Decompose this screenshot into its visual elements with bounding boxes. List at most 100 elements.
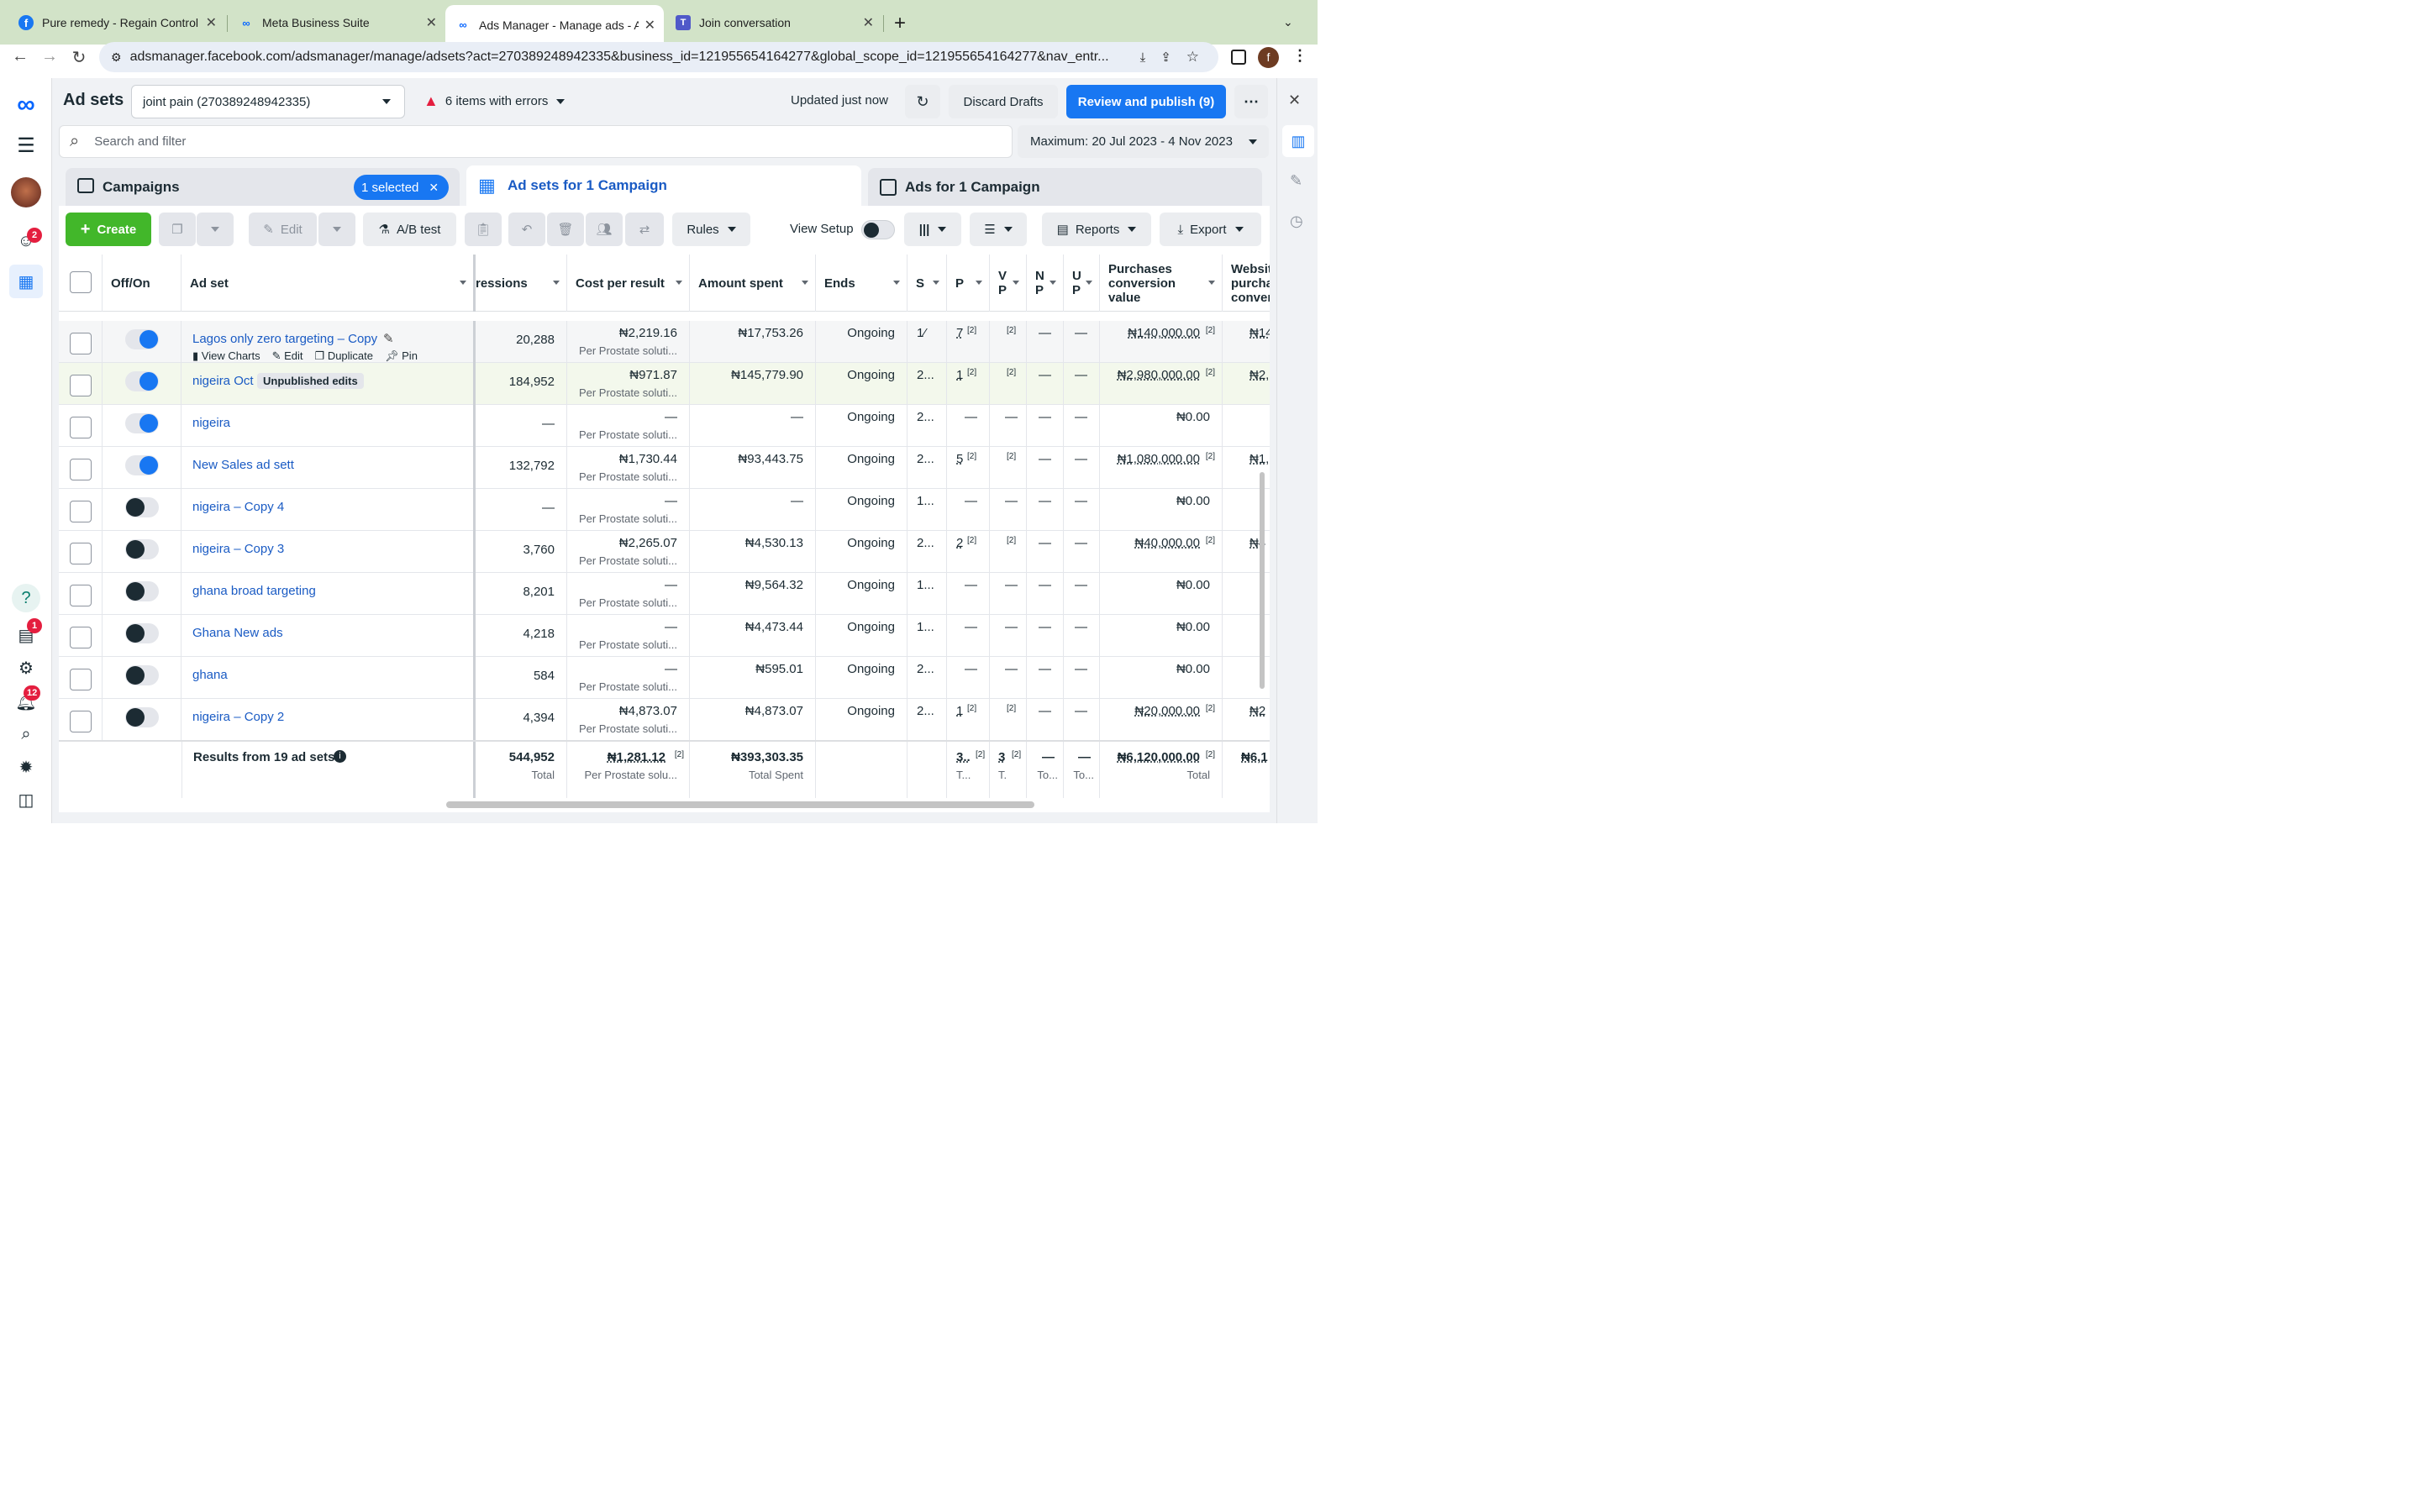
tab-campaigns[interactable]: Campaigns 1 selected ✕ [66, 168, 460, 206]
ad-set-name-link[interactable]: nigeira [192, 416, 230, 430]
clipboard-button[interactable]: 📋︎ [465, 213, 502, 246]
row-checkbox[interactable] [70, 585, 92, 606]
site-info-icon[interactable]: ⚙ [111, 50, 122, 65]
delivery-toggle[interactable] [125, 581, 159, 601]
delivery-toggle[interactable] [125, 371, 159, 391]
more-options-icon[interactable]: ⋯ [1234, 85, 1268, 118]
forward-arrow-icon[interactable]: → [39, 47, 60, 66]
meta-logo-icon[interactable]: ∞ [11, 90, 41, 120]
ad-set-name-link[interactable]: nigeira – Copy 3 [192, 542, 284, 556]
column-v[interactable]: VP [990, 255, 1027, 312]
rules-dropdown[interactable]: Rules [672, 213, 750, 246]
tab-ad-sets[interactable]: ▦ Ad sets for 1 Campaign [466, 165, 861, 207]
column-purchases-value[interactable]: Purchases conversion value [1100, 255, 1223, 312]
view-setup-toggle[interactable] [861, 220, 895, 239]
close-icon[interactable]: ✕ [1288, 92, 1301, 109]
undo-button[interactable]: ↶ [508, 213, 545, 246]
audience-button[interactable]: 👥︎ [586, 213, 623, 246]
close-tab-icon[interactable]: ✕ [644, 17, 655, 34]
ad-set-name-link[interactable]: ghana [192, 668, 228, 682]
tab-search-chevron-icon[interactable]: ⌄ [1283, 15, 1293, 29]
horizontal-scrollbar[interactable] [446, 801, 1034, 808]
delivery-toggle[interactable] [125, 329, 159, 349]
browser-menu-icon[interactable]: ⋮ [1292, 47, 1307, 65]
column-off-on[interactable]: Off/On [103, 255, 182, 312]
refresh-button[interactable]: ↻ [905, 85, 940, 118]
row-checkbox[interactable] [70, 459, 92, 480]
edit-button[interactable]: ✎ Edit [249, 213, 317, 246]
row-checkbox[interactable] [70, 711, 92, 732]
ad-set-name-link[interactable]: New Sales ad sett [192, 458, 294, 472]
close-tab-icon[interactable]: ✕ [863, 14, 874, 31]
duplicate-button[interactable]: ❐ [159, 213, 196, 246]
pin-link[interactable]: 📌︎ Pin [385, 349, 418, 363]
charts-icon[interactable]: ▥ [1282, 125, 1314, 157]
edit-link[interactable]: ✎ Edit [272, 349, 303, 363]
reload-icon[interactable]: ↻ [68, 47, 90, 68]
breakdown-dropdown[interactable]: ☰ [970, 213, 1027, 246]
columns-dropdown[interactable]: ||| [904, 213, 961, 246]
table-row[interactable]: nigeira – Copy 3 3,760 ₦2,265.07 Per Prosta… [59, 531, 1270, 573]
browser-tab-1[interactable]: f Pure remedy - Regain Control ✕ [8, 7, 225, 39]
rename-pencil-icon[interactable]: ✎ [383, 331, 394, 346]
create-button[interactable]: + Create [66, 213, 151, 246]
delivery-toggle[interactable] [125, 497, 159, 517]
delivery-toggle[interactable] [125, 665, 159, 685]
column-p[interactable]: P [947, 255, 990, 312]
table-row[interactable]: New Sales ad sett 132,792 ₦1,730.44 Per Pro… [59, 447, 1270, 489]
browser-tab-3[interactable]: ∞ Ads Manager - Manage ads - A ✕ [445, 5, 664, 45]
table-row[interactable]: nigeira Oct Unpublished edits 184,952 ₦971.… [59, 363, 1270, 405]
new-tab-icon[interactable]: + [894, 12, 906, 35]
selected-filter-chip[interactable]: 1 selected ✕ [354, 175, 449, 200]
bookmark-star-icon[interactable]: ☆ [1186, 49, 1199, 66]
column-ends[interactable]: Ends [816, 255, 908, 312]
help-icon[interactable]: ? [12, 584, 40, 612]
collapse-panel-icon[interactable]: ◫ [11, 785, 41, 815]
table-row[interactable]: nigeira – Copy 4 — — Per Prostate soluti...… [59, 489, 1270, 531]
row-checkbox[interactable] [70, 375, 92, 396]
close-tab-icon[interactable]: ✕ [426, 14, 437, 31]
preview-button[interactable]: ⇄ [625, 213, 664, 246]
row-checkbox[interactable] [70, 627, 92, 648]
ad-account-selector[interactable]: joint pain (270389248942335) [131, 85, 405, 118]
reports-dropdown[interactable]: ▤ Reports [1042, 213, 1151, 246]
delivery-toggle[interactable] [125, 455, 159, 475]
row-checkbox[interactable] [70, 333, 92, 354]
account-avatar[interactable] [11, 177, 41, 207]
ad-set-name-link[interactable]: nigeira Oct [192, 374, 254, 388]
search-bar[interactable]: ⌕ Search and filter [59, 125, 1013, 158]
delivery-toggle[interactable] [125, 539, 159, 559]
ad-set-name-link[interactable]: Lagos only zero targeting – Copy [192, 332, 377, 346]
clear-selection-icon[interactable]: ✕ [429, 181, 439, 195]
table-row[interactable]: nigeira – Copy 2 4,394 ₦4,873.07 Per Prosta… [59, 699, 1270, 741]
column-amount-spent[interactable]: Amount spent [690, 255, 816, 312]
address-bar[interactable]: ⚙ adsmanager.facebook.com/adsmanager/man… [99, 42, 1218, 72]
view-charts-link[interactable]: ▮ View Charts [192, 349, 260, 363]
column-m[interactable]: NP [1027, 255, 1064, 312]
table-row[interactable]: ghana 584 — Per Prostate soluti... ₦595.01 On… [59, 657, 1270, 699]
table-row[interactable]: nigeira — — Per Prostate soluti... — Ongoing 2… [59, 405, 1270, 447]
column-impressions[interactable]: ressions [476, 255, 567, 312]
review-publish-button[interactable]: Review and publish (9) [1066, 85, 1226, 118]
delete-button[interactable]: 🗑︎ [547, 213, 584, 246]
table-row[interactable]: Lagos only zero targeting – Copy ✎ ▮ View … [59, 321, 1270, 363]
duplicate-dropdown[interactable] [197, 213, 234, 246]
row-checkbox[interactable] [70, 417, 92, 438]
browser-tab-4[interactable]: T Join conversation ✕ [666, 7, 882, 39]
ads-manager-table-icon[interactable]: ▦ [9, 265, 43, 298]
column-u[interactable]: UP [1064, 255, 1100, 312]
date-range-picker[interactable]: Maximum: 20 Jul 2023 - 4 Nov 2023 [1018, 125, 1269, 158]
ad-set-name-link[interactable]: nigeira – Copy 4 [192, 500, 284, 514]
select-all-checkbox[interactable] [70, 271, 92, 293]
ab-test-button[interactable]: ⚗ A/B test [363, 213, 456, 246]
table-row[interactable]: ghana broad targeting 8,201 — Per Prostate … [59, 573, 1270, 615]
side-panel-icon[interactable] [1231, 50, 1246, 65]
pencil-icon[interactable]: ✎ [1290, 172, 1302, 190]
menu-hamburger-icon[interactable]: ☰ [11, 130, 41, 160]
profile-avatar[interactable]: f [1258, 47, 1279, 68]
row-checkbox[interactable] [70, 501, 92, 522]
table-row[interactable]: Ghana New ads 4,218 — Per Prostate soluti..… [59, 615, 1270, 657]
duplicate-link[interactable]: ❐ Duplicate [315, 349, 373, 363]
settings-gear-icon[interactable]: ⚙ [11, 653, 41, 683]
install-icon[interactable]: ⤓ [1140, 50, 1146, 65]
